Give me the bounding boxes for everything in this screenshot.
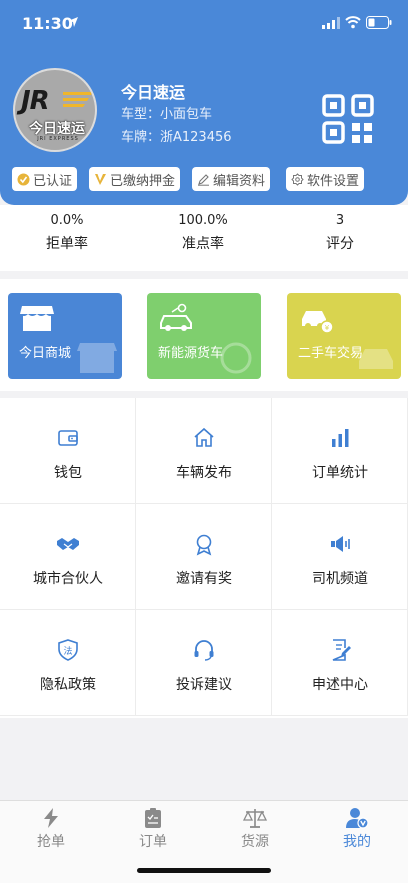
grid-item-city-partner[interactable]: 城市合伙人 xyxy=(0,504,136,610)
stat-rating: 3 评分 xyxy=(285,213,395,253)
company-name: 今日速运 xyxy=(121,83,186,102)
tab-cargo-source[interactable]: 货源 xyxy=(215,807,295,851)
card-mall[interactable]: 今日商城 xyxy=(8,293,122,379)
logo-chinese-text: 今日速运 xyxy=(29,121,85,137)
stat-label: 准点率 xyxy=(182,236,224,252)
pencil-icon xyxy=(198,173,209,186)
tab-grab-order[interactable]: 抢单 xyxy=(11,807,91,851)
stat-value: 0.0% xyxy=(50,213,84,228)
document-edit-icon xyxy=(332,639,351,661)
grid-item-invite-reward[interactable]: 邀请有奖 xyxy=(136,504,272,610)
card-ev-truck[interactable]: 新能源货车 xyxy=(147,293,261,379)
stat-label: 拒单率 xyxy=(46,236,88,252)
tab-label: 我的 xyxy=(343,834,371,850)
grid-item-driver-channel[interactable]: 司机频道 xyxy=(272,504,408,610)
settings-button[interactable]: 软件设置 xyxy=(286,167,365,191)
svg-text:法: 法 xyxy=(63,645,72,657)
status-time: 11:30 xyxy=(22,14,73,33)
megaphone-icon xyxy=(331,536,350,552)
wifi-icon xyxy=(345,16,361,29)
battery-icon xyxy=(366,16,392,29)
headset-icon xyxy=(194,640,214,661)
vehicle-type: 车型：小面包车 xyxy=(121,107,213,122)
stat-label: 评分 xyxy=(326,236,354,252)
shield-law-icon: 法 xyxy=(58,639,78,661)
tab-label: 货源 xyxy=(241,834,269,850)
v-badge-icon xyxy=(95,173,106,185)
location-arrow-icon xyxy=(68,17,78,27)
license-plate: 车牌：浙A123456 xyxy=(121,130,232,145)
stats-panel: 0.0% 拒单率 100.0% 准点率 3 评分 xyxy=(0,205,408,271)
tab-label: 抢单 xyxy=(37,834,65,850)
logo-mark: JR xyxy=(21,86,50,116)
tab-orders[interactable]: 订单 xyxy=(113,807,193,851)
stat-value: 100.0% xyxy=(178,213,228,228)
logo-stripes-icon xyxy=(63,92,93,107)
deposit-paid-tag[interactable]: 已缴纳押金 xyxy=(89,167,181,191)
tab-label: 订单 xyxy=(139,834,167,850)
grid-item-vehicle-post[interactable]: 车辆发布 xyxy=(136,398,272,504)
edit-profile-label: 编辑资料 xyxy=(213,173,266,189)
grid-item-order-stats[interactable]: 订单统计 xyxy=(272,398,408,504)
grid-item-label: 钱包 xyxy=(54,465,82,481)
company-logo[interactable]: JR 今日速运 JRI EXPRESS xyxy=(13,68,97,152)
profile-header: 11:30 JR 今日速运 JRI EXPRESS 今日速运 车型：小面包车 车… xyxy=(0,0,408,205)
home-icon xyxy=(194,427,214,447)
edit-profile-button[interactable]: 编辑资料 xyxy=(192,167,271,191)
clipboard-icon xyxy=(145,808,161,828)
grid-item-label: 申述中心 xyxy=(312,677,368,693)
status-bar: 11:30 xyxy=(0,0,408,48)
scale-icon xyxy=(243,809,267,828)
verified-tag-label: 已认证 xyxy=(33,173,73,189)
check-badge-icon xyxy=(17,173,30,185)
grid-item-complaint[interactable]: 投诉建议 xyxy=(136,610,272,716)
service-grid: 钱包 车辆发布 订单统计 城市合伙人 邀请有奖 司机频道 法 隐私政策 投诉建议… xyxy=(0,398,408,718)
grid-item-label: 邀请有奖 xyxy=(176,571,232,587)
bar-chart-icon xyxy=(332,429,349,447)
qr-code-icon[interactable] xyxy=(322,94,374,144)
verified-tag[interactable]: 已认证 xyxy=(12,167,78,191)
user-icon xyxy=(346,808,369,829)
grid-item-label: 车辆发布 xyxy=(176,465,232,481)
store-icon xyxy=(20,306,54,331)
signal-icon xyxy=(322,17,340,29)
logo-english-text: JRI EXPRESS xyxy=(37,136,79,142)
tab-mine[interactable]: 我的 xyxy=(317,807,397,851)
store-watermark-icon xyxy=(77,343,117,373)
home-indicator xyxy=(137,868,271,873)
gear-icon xyxy=(291,172,304,186)
settings-label: 软件设置 xyxy=(307,173,360,189)
card-used-car-label: 二手车交易 xyxy=(298,346,364,361)
ev-watermark-icon xyxy=(220,342,252,374)
car-watermark-icon xyxy=(359,349,393,369)
stat-punctuality-rate: 100.0% 准点率 xyxy=(148,213,258,253)
card-mall-label: 今日商城 xyxy=(19,346,72,361)
medal-icon xyxy=(196,534,212,556)
deposit-paid-tag-label: 已缴纳押金 xyxy=(110,173,176,189)
grid-item-label: 城市合伙人 xyxy=(33,571,103,587)
card-used-car[interactable]: ¥ 二手车交易 xyxy=(287,293,401,379)
grid-item-privacy-policy[interactable]: 法 隐私政策 xyxy=(0,610,136,716)
handshake-icon xyxy=(57,538,79,550)
wallet-icon xyxy=(58,430,78,446)
svg-text:¥: ¥ xyxy=(325,324,330,332)
stat-rejection-rate: 0.0% 拒单率 xyxy=(12,213,122,253)
card-ev-truck-label: 新能源货车 xyxy=(158,346,224,361)
stat-value: 3 xyxy=(335,213,345,228)
grid-item-label: 投诉建议 xyxy=(176,677,232,693)
feature-cards: 今日商城 新能源货车 ¥ 二手车交易 xyxy=(0,279,408,391)
grid-item-label: 隐私政策 xyxy=(40,677,96,693)
grid-item-label: 司机频道 xyxy=(312,571,368,587)
grid-item-label: 订单统计 xyxy=(312,465,368,481)
grid-item-wallet[interactable]: 钱包 xyxy=(0,398,136,504)
lightning-icon xyxy=(44,808,58,828)
used-car-icon: ¥ xyxy=(302,311,334,333)
grid-item-appeal-center[interactable]: 申述中心 xyxy=(272,610,408,716)
ev-truck-icon xyxy=(160,303,192,331)
